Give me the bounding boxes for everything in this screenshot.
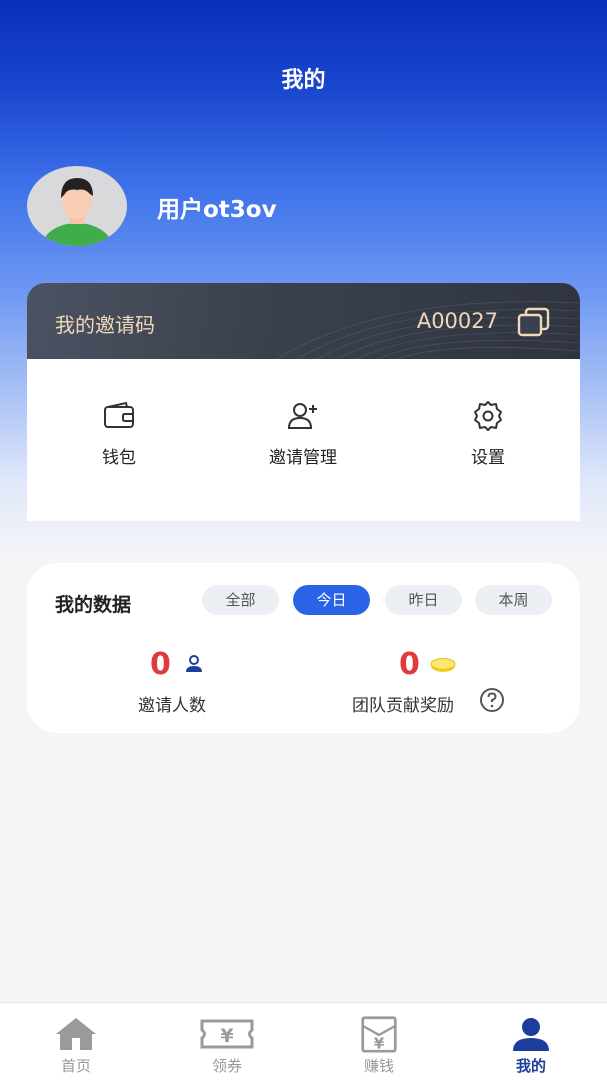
username: 用户ot3ov <box>157 197 277 223</box>
coupon-icon: ¥ <box>200 1019 254 1049</box>
data-section-title: 我的数据 <box>55 594 132 616</box>
menu-item-settings[interactable]: 设置 <box>418 399 558 468</box>
money-bag-icon: ¥ <box>361 1016 397 1053</box>
menu-item-invite-management[interactable]: 邀请管理 <box>233 399 373 468</box>
invite-count-label: 邀请人数 <box>138 696 206 716</box>
filter-yesterday[interactable]: 昨日 <box>385 585 462 615</box>
nav-home[interactable]: 首页 <box>16 1015 136 1076</box>
nav-earn[interactable]: ¥ 赚钱 <box>319 1015 439 1076</box>
filter-this-week[interactable]: 本周 <box>475 585 552 615</box>
nav-label: 赚钱 <box>363 1057 394 1075</box>
bottom-nav: 首页 ¥ 领券 ¥ 赚钱 我的 <box>0 1002 607 1081</box>
filter-all[interactable]: 全部 <box>202 585 279 615</box>
copy-icon[interactable] <box>516 307 552 337</box>
team-reward-value: 0 <box>399 647 420 682</box>
filter-today[interactable]: 今日 <box>293 585 370 615</box>
nav-coupon[interactable]: ¥ 领券 <box>167 1015 287 1076</box>
question-icon[interactable] <box>479 687 505 713</box>
user-icon <box>513 1018 549 1051</box>
avatar[interactable] <box>27 166 127 246</box>
menu-item-wallet[interactable]: 钱包 <box>49 399 189 468</box>
coin-icon <box>430 658 456 672</box>
invite-count-value: 0 <box>150 647 171 682</box>
svg-text:¥: ¥ <box>374 1034 385 1052</box>
page-title: 我的 <box>281 68 326 93</box>
gear-icon <box>474 401 502 431</box>
home-icon <box>56 1018 96 1050</box>
invite-code-card: 我的邀请码 A00027 <box>27 283 580 359</box>
team-reward-label: 团队贡献奖励 <box>352 696 454 716</box>
menu-panel: 钱包 邀请管理 设置 <box>27 359 580 521</box>
add-user-icon <box>287 403 317 429</box>
nav-label: 领券 <box>211 1057 242 1075</box>
avatar-image <box>41 178 113 246</box>
invite-code-value: A00027 <box>416 309 498 333</box>
invite-code-label: 我的邀请码 <box>55 313 155 337</box>
svg-text:¥: ¥ <box>220 1025 233 1047</box>
wallet-icon <box>104 401 134 428</box>
menu-label: 邀请管理 <box>269 448 337 468</box>
nav-mine[interactable]: 我的 <box>471 1015 591 1076</box>
person-icon <box>186 655 202 672</box>
menu-label: 钱包 <box>102 448 136 468</box>
my-data-card: 我的数据 全部 今日 昨日 本周 0 邀请人数 0 团队贡献奖励 <box>27 563 580 733</box>
nav-label: 首页 <box>60 1057 91 1075</box>
nav-label: 我的 <box>515 1057 546 1075</box>
menu-label: 设置 <box>471 448 505 468</box>
